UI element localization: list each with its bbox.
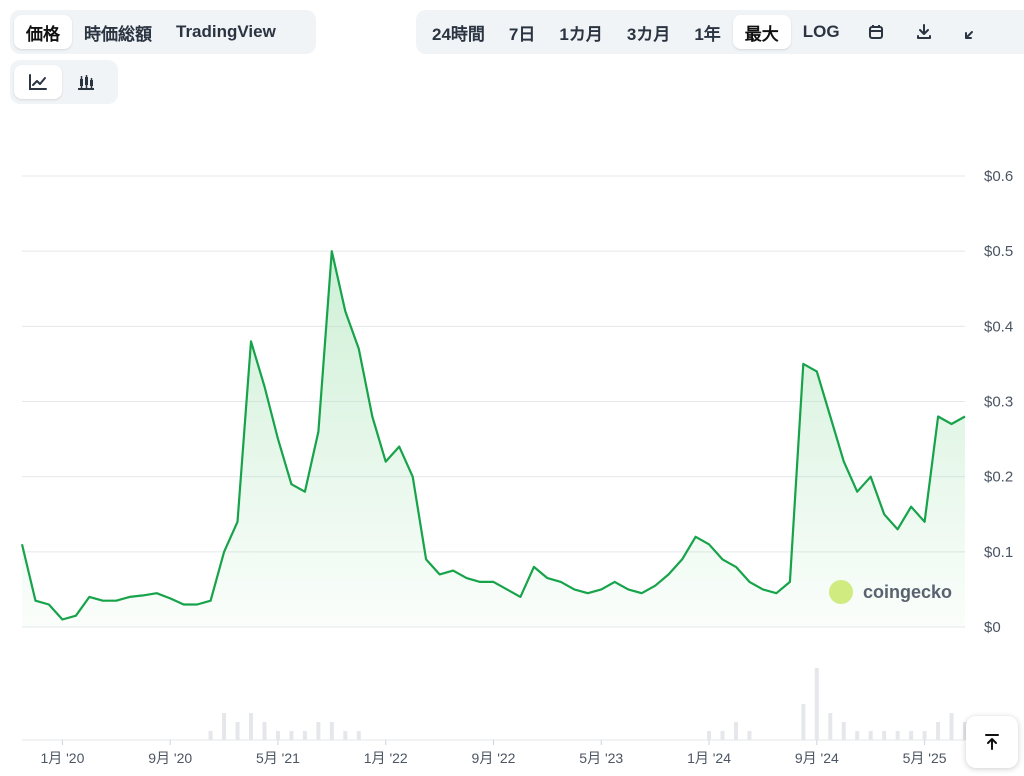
volume-bar [329,722,334,740]
y-tick-label: $0.4 [984,318,1013,335]
x-tick-label: 5月 '23 [579,750,623,766]
volume-bar [235,722,240,740]
volume-bar [949,713,954,740]
volume-bar [868,731,873,740]
watermark-text: coingecko [863,582,952,602]
y-tick-label: $0 [984,619,1001,636]
y-tick-label: $0.1 [984,544,1013,561]
volume-bar [707,731,712,740]
volume-bars [208,668,967,740]
volume-bar [249,713,254,740]
volume-bar [895,731,900,740]
coingecko-logo-icon [829,580,853,604]
volume-bar [289,731,294,740]
price-area [22,251,965,627]
volume-bar [801,704,806,740]
y-tick-label: $0.3 [984,394,1013,411]
volume-bar [936,722,941,740]
y-tick-label: $0.5 [984,243,1013,260]
scroll-to-top-button[interactable] [966,716,1018,768]
x-tick-label: 1月 '24 [687,750,731,766]
x-tick-label: 9月 '20 [148,750,192,766]
x-tick-label: 1月 '20 [40,750,84,766]
volume-bar [882,731,887,740]
volume-bar [855,731,860,740]
volume-bar [302,731,307,740]
x-tick-label: 5月 '21 [256,750,300,766]
volume-bar [316,722,321,740]
y-axis: $0 $0.1 $0.2 $0.3 $0.4 $0.5 $0.6 [984,168,1013,636]
coingecko-watermark: coingecko [829,580,952,604]
volume-bar [262,722,267,740]
volume-bar [208,731,213,740]
volume-bar [733,722,738,740]
arrow-up-icon [985,734,999,750]
y-tick-label: $0.2 [984,469,1013,486]
volume-bar [275,731,280,740]
volume-bar [922,731,927,740]
price-chart[interactable]: $0 $0.1 $0.2 $0.3 $0.4 $0.5 $0.6 1月 '20 9月 '20 5… [0,0,1024,776]
volume-bar [222,713,227,740]
volume-bar [747,731,752,740]
volume-bar [814,668,819,740]
volume-bar [356,731,361,740]
x-tick-label: 5月 '25 [903,750,947,766]
x-tick-label: 9月 '22 [472,750,516,766]
x-axis: 1月 '20 9月 '20 5月 '21 1月 '22 9月 '22 5月 '23 1月 '… [40,740,947,766]
y-tick-label: $0.6 [984,168,1013,185]
volume-bar [343,731,348,740]
x-tick-label: 1月 '22 [364,750,408,766]
volume-bar [841,722,846,740]
volume-bar [720,731,725,740]
volume-bar [909,731,914,740]
volume-bar [828,713,833,740]
x-tick-label: 9月 '24 [795,750,839,766]
